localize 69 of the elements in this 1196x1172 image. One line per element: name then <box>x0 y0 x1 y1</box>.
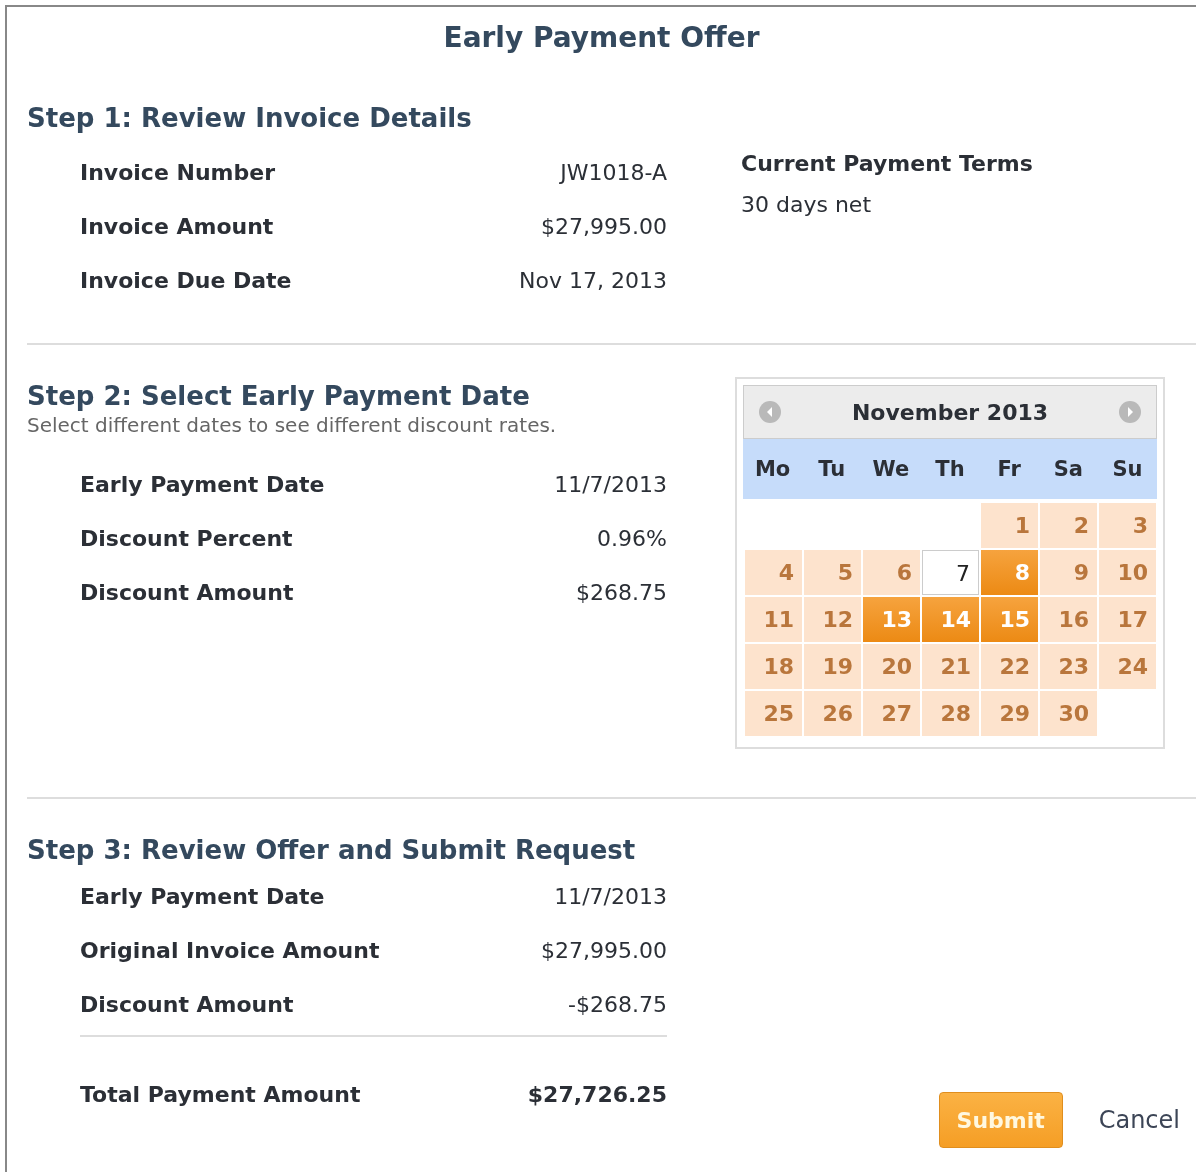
calendar-day: 12 <box>804 597 861 642</box>
field-value: $27,995.00 <box>541 213 667 239</box>
next-month-icon[interactable] <box>1118 400 1142 424</box>
weekday-label: Th <box>934 457 966 481</box>
calendar-day: 20 <box>863 644 920 689</box>
field-label: Current Payment Terms <box>741 151 1033 176</box>
previous-month-icon[interactable] <box>758 400 782 424</box>
field-label: Original Invoice Amount <box>80 937 380 963</box>
calendar-day: 25 <box>745 691 802 736</box>
field-label: Early Payment Date <box>80 471 325 497</box>
field-label: Discount Amount <box>80 579 294 605</box>
calendar-day: 19 <box>804 644 861 689</box>
field-label: Discount Amount <box>80 991 294 1017</box>
hint-text: Select different dates to see different discount rates. <box>27 413 558 437</box>
calendar-day: 2 <box>1040 503 1097 548</box>
field-value: Nov 17, 2013 <box>519 267 667 293</box>
section-heading: Step 2: Select Early Payment Date <box>27 381 531 411</box>
calendar-day: 23 <box>1040 644 1097 689</box>
calendar-day: 9 <box>1040 550 1097 595</box>
section-heading: Step 1: Review Invoice Details <box>27 103 473 133</box>
field-label: Early Payment Date <box>80 883 325 909</box>
field-value: JW1018-A <box>560 159 667 185</box>
field-label: Invoice Due Date <box>80 267 292 293</box>
calendar-day: 3 <box>1099 503 1156 548</box>
calendar-day: 18 <box>745 644 802 689</box>
submit-button[interactable]: Submit <box>938 1092 1063 1148</box>
month-title: November 2013 <box>851 399 1049 425</box>
calendar-day: 28 <box>922 691 979 736</box>
calendar-day: 29 <box>981 691 1038 736</box>
weekday-label: Mo <box>753 457 792 481</box>
calendar-day[interactable]: 14 <box>922 597 979 642</box>
calendar-day: 6 <box>863 550 920 595</box>
weekday-label: Su <box>1111 457 1144 481</box>
calendar-day: 17 <box>1099 597 1156 642</box>
weekday-label: Fr <box>996 457 1022 481</box>
calendar-day: 11 <box>745 597 802 642</box>
field-value: $27,995.00 <box>541 937 667 963</box>
calendar-day[interactable]: 7 <box>922 550 979 595</box>
field-label: Invoice Number <box>80 159 275 185</box>
calendar-day[interactable]: 13 <box>863 597 920 642</box>
calendar-day: 10 <box>1099 550 1156 595</box>
field-label: Discount Percent <box>80 525 293 551</box>
section-heading: Step 3: Review Offer and Submit Request <box>27 835 637 865</box>
calendar-day[interactable]: 15 <box>981 597 1038 642</box>
field-value: -$268.75 <box>568 991 667 1017</box>
dialog-title: Early Payment Offer <box>442 20 761 56</box>
calendar-day: 22 <box>981 644 1038 689</box>
cancel-link[interactable]: Cancel <box>1098 1106 1180 1134</box>
field-value: 11/7/2013 <box>554 883 667 909</box>
field-value: 30 days net <box>741 192 872 217</box>
calendar-day[interactable]: 8 <box>981 550 1038 595</box>
calendar-day: 4 <box>745 550 802 595</box>
calendar-day: 16 <box>1040 597 1097 642</box>
calendar-day: 30 <box>1040 691 1097 736</box>
total-value: $27,726.25 <box>527 1081 667 1107</box>
total-label: Total Payment Amount <box>80 1081 361 1107</box>
weekday-label: Sa <box>1052 457 1084 481</box>
field-label: Invoice Amount <box>80 213 274 239</box>
calendar-day: 26 <box>804 691 861 736</box>
calendar-day: 24 <box>1099 644 1156 689</box>
field-value: $268.75 <box>576 579 667 605</box>
field-value: 0.96% <box>597 525 667 551</box>
calendar-day: 27 <box>863 691 920 736</box>
calendar-day: 5 <box>804 550 861 595</box>
calendar-day: 1 <box>981 503 1038 548</box>
weekday-label: We <box>871 457 911 481</box>
field-value: 11/7/2013 <box>554 471 667 497</box>
calendar-day: 21 <box>922 644 979 689</box>
weekday-label: Tu <box>817 457 847 481</box>
